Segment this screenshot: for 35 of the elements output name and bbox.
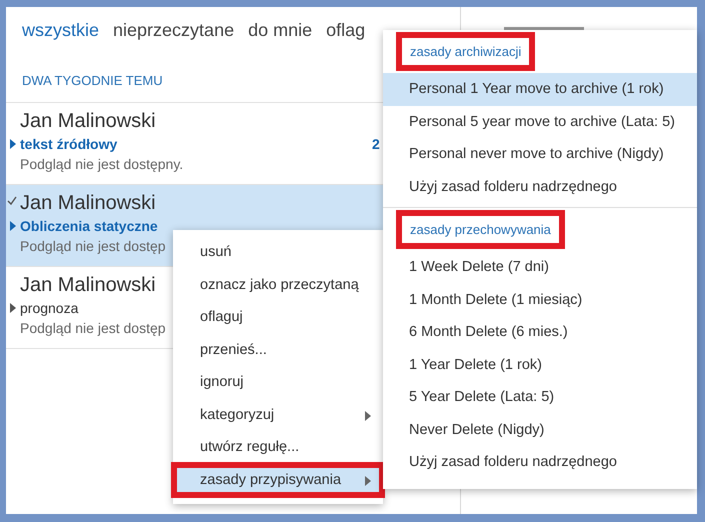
menu-item[interactable]: utwórz regułę...	[173, 431, 383, 464]
menu-item[interactable]: 5 Year Delete (Lata: 5)	[383, 381, 697, 414]
expand-arrow-icon[interactable]	[10, 139, 16, 149]
message-subject: Obliczenia statyczne	[20, 217, 158, 236]
section-heading: zasady archiwizacji	[396, 32, 536, 71]
message-preview: Podgląd nie jest dostęp	[20, 319, 166, 338]
message-subject: tekst źródłowy	[20, 135, 118, 154]
menu-item[interactable]: 1 Month Delete (1 miesiąc)	[383, 284, 697, 316]
menu-item[interactable]: Never Delete (Nigdy)	[383, 414, 697, 446]
sender-name: Jan Malinowski	[20, 273, 156, 298]
menu-item[interactable]: ignoruj	[173, 366, 383, 398]
sender-name: Jan Malinowski	[20, 109, 156, 134]
message-preview: Podgląd nie jest dostępny.	[20, 155, 184, 174]
message-subject: prognoza	[20, 299, 78, 318]
menu-item[interactable]: Personal 1 Year move to archive (1 rok)	[383, 73, 697, 106]
menu-item[interactable]: Użyj zasad folderu nadrzędnego	[383, 446, 697, 478]
menu-item[interactable]: 1 Year Delete (1 rok)	[383, 348, 697, 381]
filter-tab[interactable]: nieprzeczytane	[113, 20, 234, 43]
check-icon	[7, 196, 17, 206]
expand-arrow-icon[interactable]	[10, 303, 16, 313]
menu-item[interactable]: zasady przypisywania	[173, 464, 383, 496]
menu-item[interactable]: kategoryzuj	[173, 398, 383, 431]
menu-item[interactable]: 6 Month Delete (6 mies.)	[383, 316, 697, 348]
menu-item[interactable]: oflaguj	[173, 301, 383, 334]
menu-item[interactable]: usuń	[173, 236, 383, 268]
filter-tab[interactable]: oflag	[326, 20, 366, 43]
filter-tab[interactable]: do mnie	[248, 20, 312, 43]
expand-arrow-icon[interactable]	[10, 221, 16, 231]
sender-name: Jan Malinowski	[20, 191, 156, 216]
message-count: 2	[372, 136, 380, 152]
section-heading: zasady przechowywania	[396, 210, 565, 249]
menu-item[interactable]: przenieś...	[173, 334, 383, 366]
menu-item[interactable]: oznacz jako przeczytaną	[173, 268, 383, 301]
message-preview: Podgląd nie jest dostęp	[20, 237, 166, 256]
filter-tab[interactable]: wszystkie	[22, 20, 100, 43]
